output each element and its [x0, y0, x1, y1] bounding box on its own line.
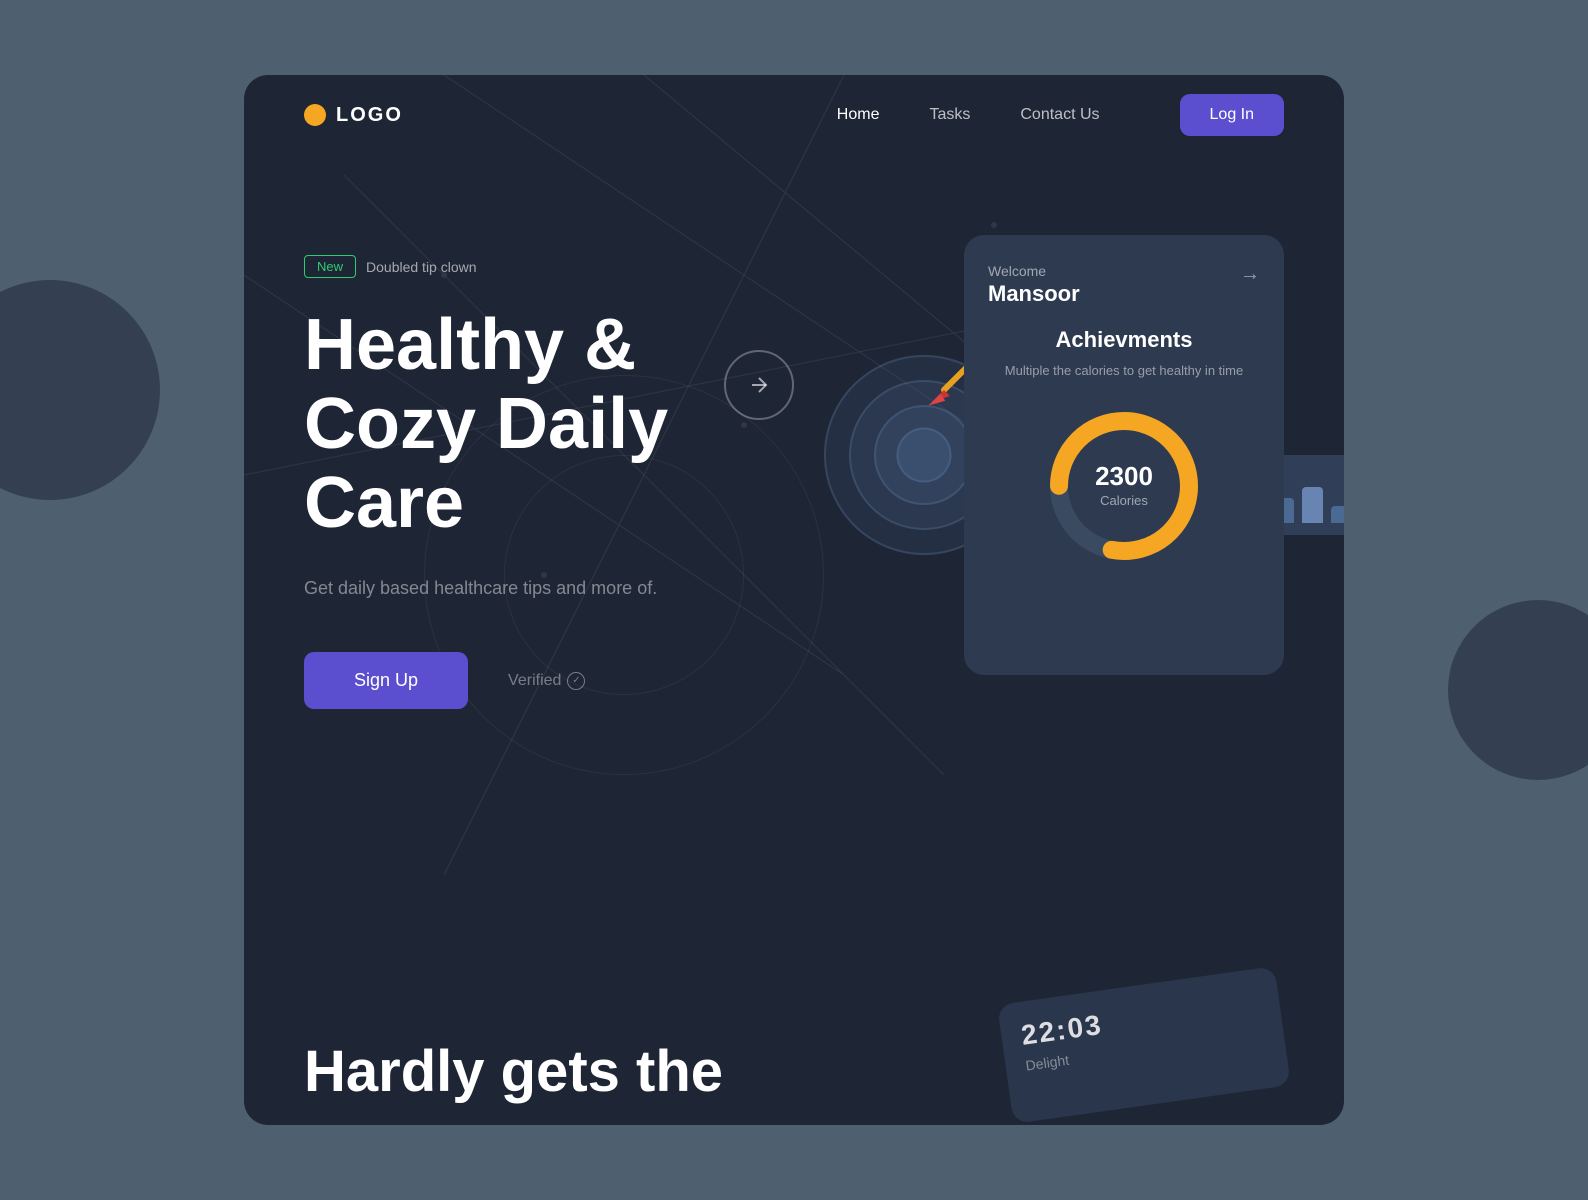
hero-title-line3: Care [304, 463, 464, 543]
logo-text: LOGO [336, 104, 403, 127]
bg-deco-circle-left [0, 280, 160, 500]
hero-title-line1: Healthy & [304, 305, 636, 385]
welcome-text: Welcome [988, 263, 1080, 279]
nav-links: Home Tasks Contact Us Log In [837, 94, 1284, 136]
hero-subtitle: Get daily based healthcare tips and more… [304, 574, 684, 603]
verified-text: Verified [508, 672, 561, 690]
ring-4 [897, 428, 952, 483]
bar-5 [1331, 506, 1344, 523]
donut-chart: 2300 Calories [988, 401, 1260, 571]
badge-description: Doubled tip clown [366, 259, 477, 275]
bottom-section: Hardly gets the 22:03 Delight [304, 965, 1284, 1125]
calories-value: 2300 [1095, 461, 1153, 492]
bottom-title: Hardly gets the [304, 1038, 723, 1105]
achievements-desc: Multiple the calories to get healthy in … [988, 361, 1260, 381]
bg-deco-circle-right [1448, 600, 1588, 780]
logo-area: LOGO [304, 104, 837, 127]
achievement-card: Welcome Mansoor → Achievments Multiple t… [964, 235, 1284, 675]
card-header: Welcome Mansoor → [988, 263, 1260, 307]
verified-label: Verified ✓ [508, 672, 585, 690]
calories-label: Calories [1100, 493, 1148, 508]
nav-home[interactable]: Home [837, 106, 880, 124]
verified-icon: ✓ [567, 672, 585, 690]
hero-title-line2: Cozy Daily [304, 384, 668, 464]
donut-center: 2300 Calories [1095, 461, 1153, 510]
card-arrow-icon: → [1240, 263, 1260, 286]
signup-button[interactable]: Sign Up [304, 652, 468, 709]
nav-contact[interactable]: Contact Us [1020, 106, 1099, 124]
hero-title: Healthy & Cozy Daily Care [304, 306, 784, 544]
navbar: LOGO Home Tasks Contact Us Log In [244, 75, 1344, 155]
logo-dot [304, 104, 326, 126]
bar-4 [1302, 487, 1323, 523]
bottom-card: 22:03 Delight [997, 966, 1291, 1124]
login-button[interactable]: Log In [1180, 94, 1284, 136]
outer-background: LOGO Home Tasks Contact Us Log In New Do… [0, 0, 1588, 1200]
card-user-info: Welcome Mansoor [988, 263, 1080, 307]
user-name: Mansoor [988, 281, 1080, 307]
achievements-title: Achievments [988, 327, 1260, 353]
badge-new: New [304, 255, 356, 278]
nav-tasks[interactable]: Tasks [929, 106, 970, 124]
main-card: LOGO Home Tasks Contact Us Log In New Do… [244, 75, 1344, 1125]
